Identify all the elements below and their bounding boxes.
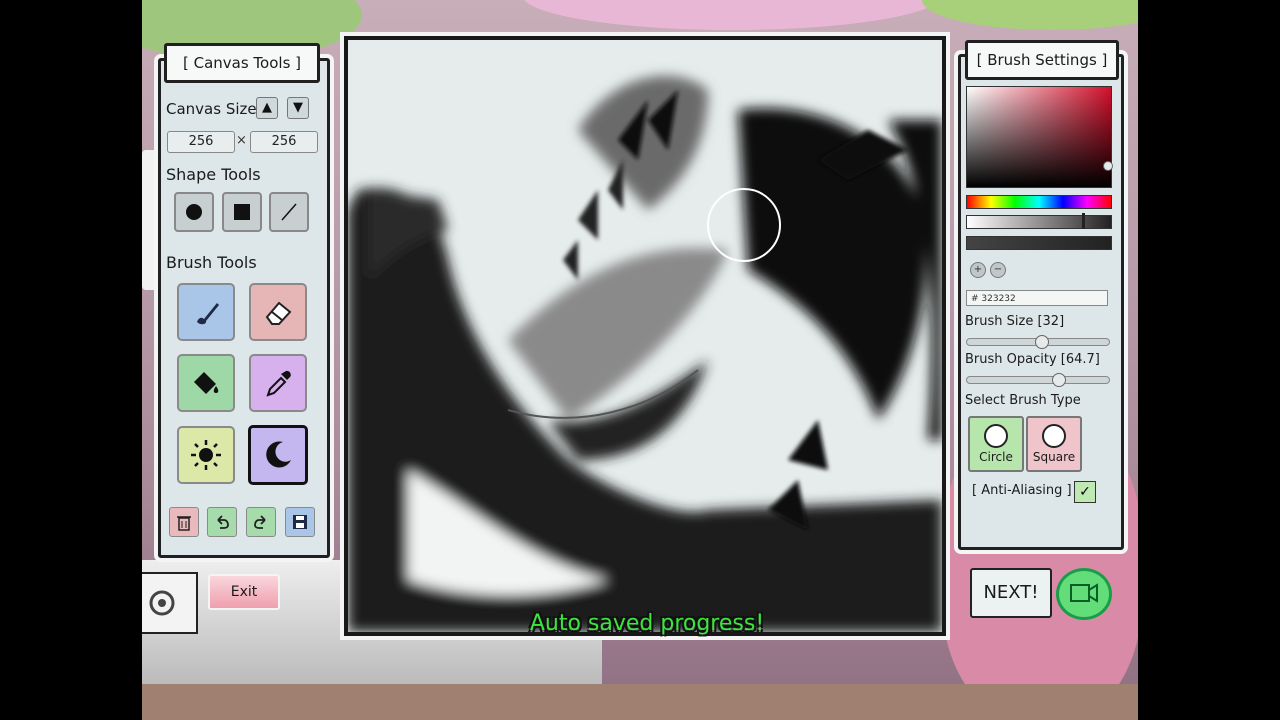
brighten-icon — [191, 440, 221, 470]
brush-opacity-label: Brush Opacity [64.7] — [965, 352, 1100, 367]
color-saturation-picker[interactable] — [966, 86, 1112, 188]
anti-aliasing-label: [ Anti-Aliasing ] — [972, 483, 1072, 498]
anti-aliasing-checkbox[interactable]: ✓ — [1074, 481, 1096, 503]
trash-icon — [177, 516, 191, 531]
canvas-size-increase-button[interactable]: ▲ — [256, 97, 278, 119]
brush-size-label: Brush Size [32] — [965, 314, 1065, 329]
arrow-down-icon: ▼ — [293, 100, 303, 115]
brush-tool-button[interactable] — [177, 283, 235, 341]
brush-icon — [197, 303, 219, 325]
background-path — [522, 0, 942, 30]
value-slider-thumb[interactable] — [1082, 213, 1085, 229]
eyedropper-icon — [266, 370, 291, 397]
drawing-canvas[interactable] — [344, 36, 946, 636]
eyedropper-tool-button[interactable] — [249, 354, 307, 412]
game-viewport: [ Canvas Tools ] Canvas Size ▲ ▼ 256 × 2… — [142, 0, 1138, 720]
dragon-drawing — [348, 40, 942, 632]
select-brush-type-label: Select Brush Type — [965, 393, 1081, 408]
circle-icon — [1042, 424, 1066, 448]
circle-shape-button[interactable] — [174, 192, 214, 232]
brush-tools-label: Brush Tools — [166, 253, 257, 272]
square-shape-button[interactable] — [222, 192, 262, 232]
background-grass — [922, 0, 1138, 30]
brush-type-square-button[interactable]: Square — [1026, 416, 1082, 472]
plus-icon: + — [973, 264, 983, 275]
times-sign: × — [236, 133, 247, 148]
darken-icon — [266, 441, 291, 468]
circle-icon — [186, 204, 202, 220]
clear-canvas-button[interactable] — [169, 507, 199, 537]
remove-swatch-button[interactable]: − — [990, 262, 1006, 278]
bucket-icon — [194, 372, 219, 394]
fill-bucket-tool-button[interactable] — [177, 354, 235, 412]
line-shape-button[interactable] — [269, 192, 309, 232]
save-icon — [293, 515, 307, 529]
redo-icon — [254, 515, 266, 529]
settings-button[interactable] — [142, 572, 198, 634]
add-swatch-button[interactable]: + — [970, 262, 986, 278]
redo-button[interactable] — [246, 507, 276, 537]
arrow-up-icon: ▲ — [262, 100, 272, 115]
undo-icon — [217, 515, 229, 529]
undo-button[interactable] — [207, 507, 237, 537]
canvas-size-decrease-button[interactable]: ▼ — [287, 97, 309, 119]
alpha-slider[interactable] — [966, 236, 1112, 250]
square-icon — [234, 204, 250, 220]
exit-button[interactable]: Exit — [208, 574, 280, 610]
minus-icon: − — [993, 264, 1003, 275]
brush-type-circle-button[interactable]: Circle — [968, 416, 1024, 472]
gear-icon — [149, 590, 175, 616]
color-picker-cursor[interactable] — [1103, 161, 1113, 171]
eraser-icon — [265, 301, 292, 325]
brush-opacity-slider[interactable] — [966, 376, 1110, 384]
brush-type-square-label: Square — [1032, 450, 1076, 464]
eraser-tool-button[interactable] — [249, 283, 307, 341]
shape-tools-label: Shape Tools — [166, 165, 261, 184]
canvas-size-label: Canvas Size — [166, 100, 257, 118]
line-icon — [281, 203, 297, 221]
brush-settings-title: [ Brush Settings ] — [965, 40, 1119, 80]
brighten-tool-button[interactable] — [177, 426, 235, 484]
brush-type-circle-label: Circle — [979, 450, 1013, 464]
hue-slider[interactable] — [966, 195, 1112, 209]
circle-icon — [984, 424, 1008, 448]
video-camera-icon — [1070, 583, 1098, 603]
brush-size-slider-thumb[interactable] — [1035, 335, 1049, 349]
canvas-tools-title: [ Canvas Tools ] — [164, 43, 320, 83]
brush-opacity-slider-thumb[interactable] — [1052, 373, 1066, 387]
record-video-button[interactable] — [1056, 568, 1112, 620]
autosave-notification: Auto saved progress! — [529, 611, 765, 636]
background-floor — [142, 684, 1138, 720]
save-button[interactable] — [285, 507, 315, 537]
hex-color-input[interactable]: # 323232 — [966, 290, 1108, 306]
canvas-height-field[interactable]: 256 — [250, 131, 318, 153]
darken-tool-button[interactable] — [248, 425, 308, 485]
next-button[interactable]: NEXT! — [970, 568, 1052, 618]
canvas-width-field[interactable]: 256 — [167, 131, 235, 153]
value-slider[interactable] — [966, 215, 1112, 229]
